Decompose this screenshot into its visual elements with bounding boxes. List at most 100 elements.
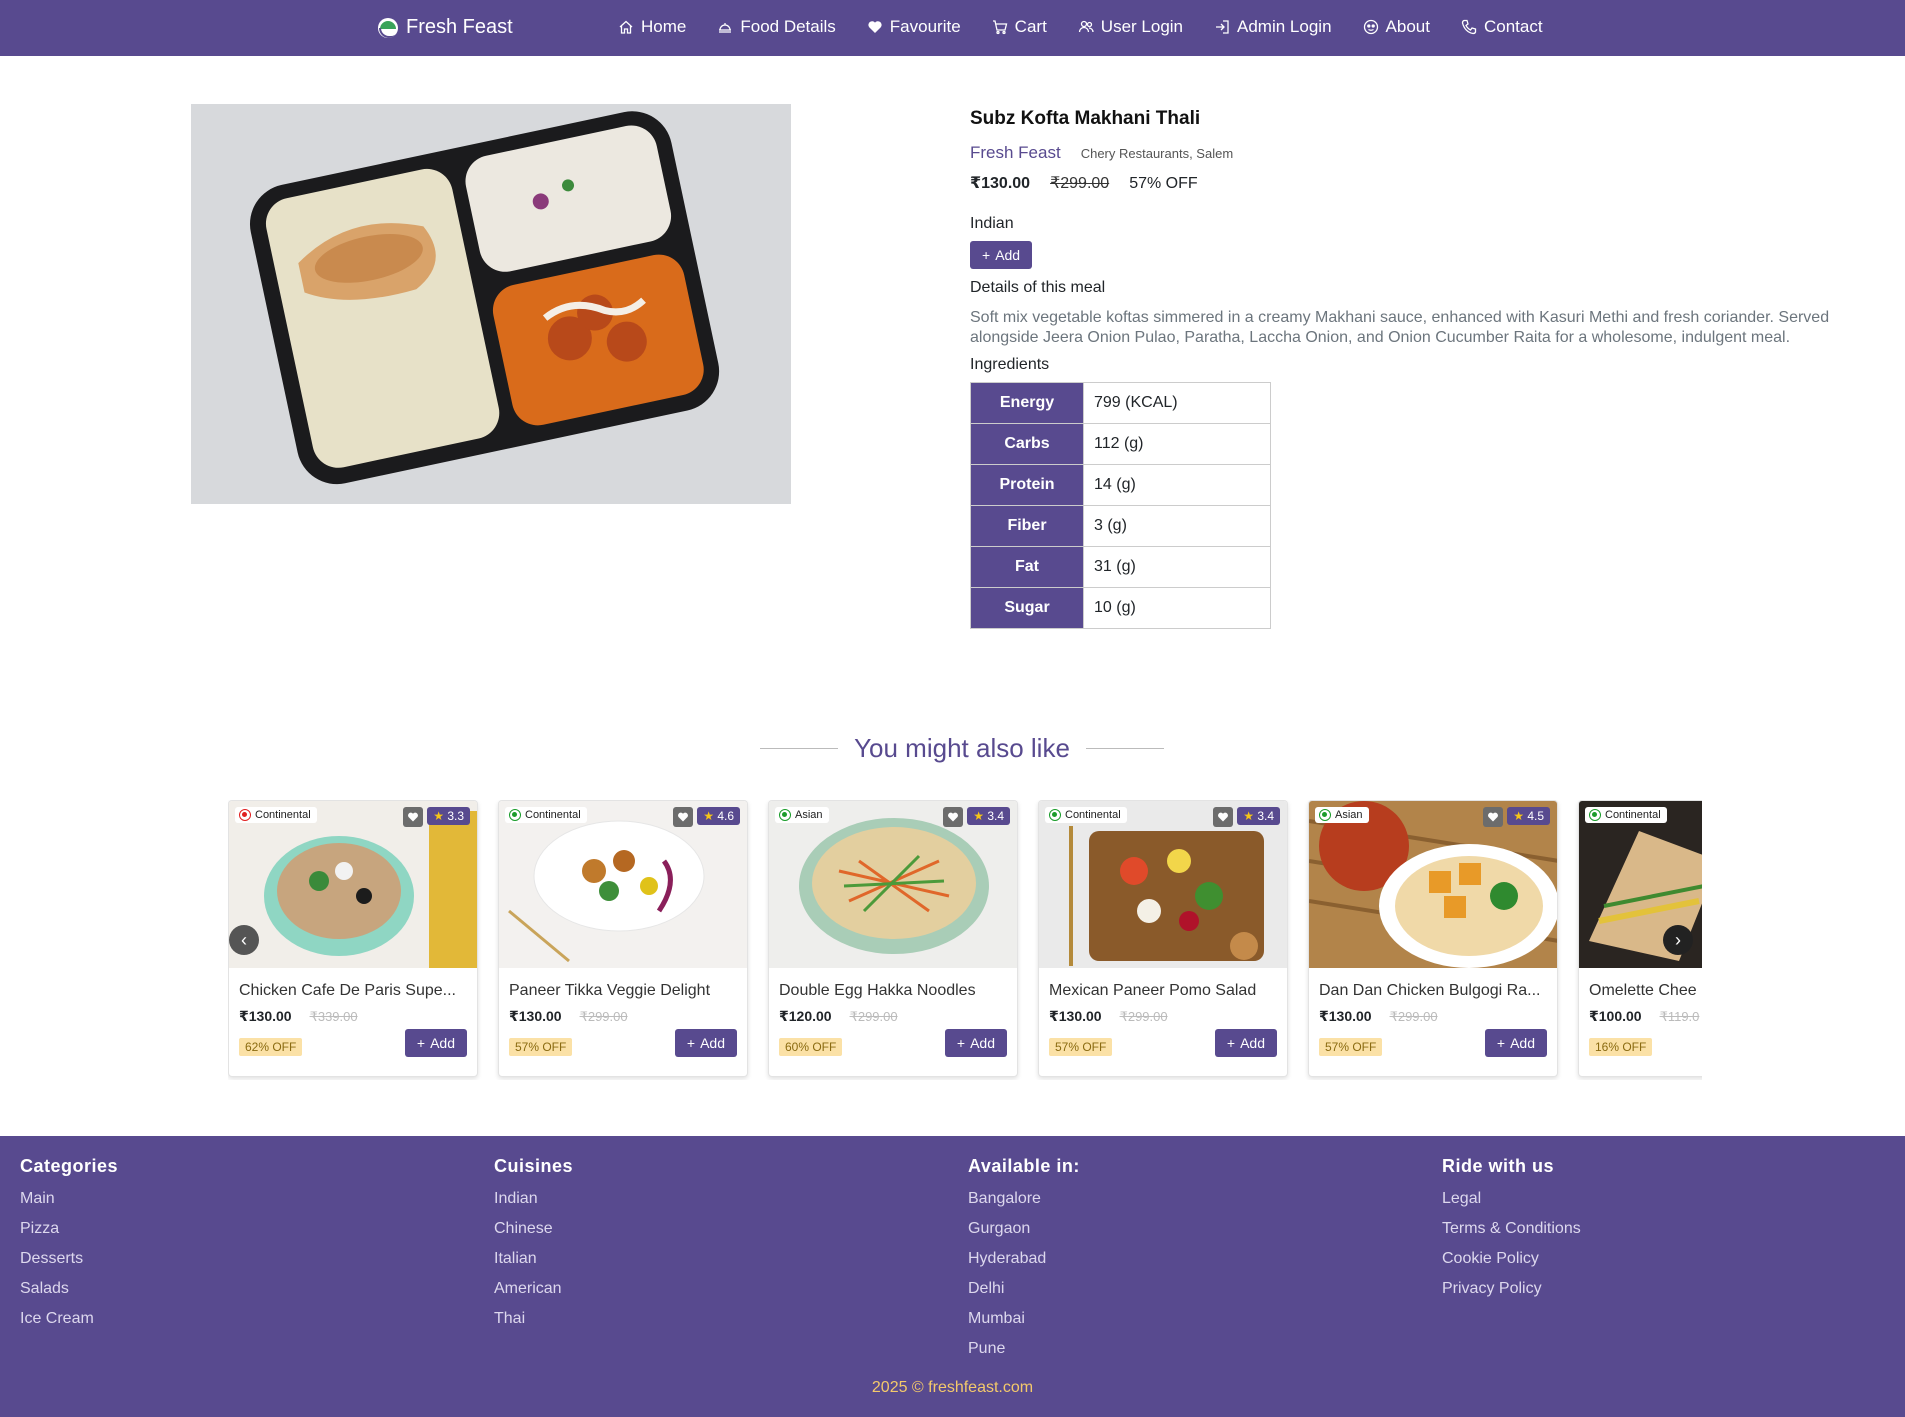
nav-admin-login[interactable]: Admin Login: [1214, 17, 1332, 37]
rating-value: 4.5: [1527, 809, 1544, 823]
table-row: Carbs 112 (g): [970, 423, 1271, 465]
footer-link[interactable]: Cookie Policy: [1442, 1244, 1581, 1274]
nav-contact[interactable]: Contact: [1461, 17, 1543, 37]
cuisine-label: Asian: [1335, 809, 1363, 821]
nutrition-table: Energy 799 (KCAL) Carbs 112 (g) Protein 14 …: [970, 382, 1271, 629]
recommendations-heading: You might also like: [760, 733, 1164, 764]
nav-about[interactable]: About: [1363, 17, 1430, 37]
footer-ride-with-us: Ride with us Legal Terms & Conditions Co…: [1442, 1156, 1581, 1304]
footer-heading: Categories: [20, 1156, 119, 1176]
nutrient-name: Fat: [970, 546, 1084, 588]
food-card[interactable]: Asian ★ 3.4 Double Egg Hakka Noodles ₹12…: [768, 800, 1018, 1077]
add-button-label: Add: [1240, 1035, 1265, 1051]
footer-link[interactable]: Main: [20, 1184, 118, 1214]
food-card[interactable]: Continental ★ 3.3 Chicken Cafe De Paris …: [228, 800, 478, 1077]
footer-link[interactable]: Salads: [20, 1274, 118, 1304]
favourite-button[interactable]: [673, 807, 693, 827]
card-add-button[interactable]: + Add: [1484, 1029, 1547, 1057]
food-image: Continental ★ 3.3: [229, 801, 477, 968]
veg-indicator-icon: [1319, 809, 1331, 821]
salad-bowl-icon: [378, 17, 398, 38]
rating-value: 3.4: [987, 809, 1004, 823]
nav-links: Home Food Details Favourite Cart User Lo…: [618, 17, 1543, 37]
nav-cart[interactable]: Cart: [992, 17, 1047, 37]
favourite-button[interactable]: [403, 807, 423, 827]
footer-link[interactable]: Privacy Policy: [1442, 1274, 1581, 1304]
food-name: Paneer Tikka Veggie Delight: [509, 982, 711, 999]
brand-logo-link[interactable]: Fresh Feast: [378, 16, 513, 39]
footer-cuisines: Cuisines Indian Chinese Italian American…: [494, 1156, 573, 1334]
food-card[interactable]: Continental ★ 4.6 Paneer Tikka Veggie De…: [498, 800, 748, 1077]
discount-badge: 16% OFF: [1589, 1038, 1653, 1056]
food-old-price: ₹299.00: [1119, 1009, 1168, 1024]
rating-value: 3.3: [447, 809, 464, 823]
footer-link[interactable]: Mumbai: [968, 1304, 1080, 1334]
carousel-prev-button[interactable]: ‹: [229, 925, 259, 955]
login-icon: [1216, 20, 1229, 34]
footer-link[interactable]: Delhi: [968, 1274, 1080, 1304]
food-card[interactable]: Continental ★ 3.4 Mexican Paneer Pomo Sa…: [1038, 800, 1288, 1077]
add-to-cart-button[interactable]: + Add: [970, 241, 1033, 269]
rating-badge: ★ 3.3: [427, 807, 470, 825]
details-heading: Details of this meal: [970, 279, 1106, 296]
cuisine-tag: Continental: [1045, 807, 1127, 823]
footer-link[interactable]: Italian: [494, 1244, 573, 1274]
star-icon: ★: [973, 809, 984, 823]
footer-link[interactable]: Desserts: [20, 1244, 118, 1274]
food-old-price: ₹299.00: [849, 1009, 898, 1024]
food-old-price: ₹299.00: [579, 1009, 628, 1024]
footer-link[interactable]: Bangalore: [968, 1184, 1080, 1214]
cuisine-tag: Continental: [505, 807, 587, 823]
product-discount: 57% OFF: [1129, 175, 1198, 192]
copyright: 2025 © freshfeast.com: [871, 1379, 1034, 1396]
heart-icon: [948, 812, 958, 822]
food-price: ₹120.00: [779, 1008, 832, 1024]
footer-link[interactable]: Indian: [494, 1184, 573, 1214]
product-description: Soft mix vegetable koftas simmered in a …: [970, 309, 1830, 346]
footer-link[interactable]: Gurgaon: [968, 1214, 1080, 1244]
carousel-next-button[interactable]: ›: [1663, 925, 1693, 955]
heart-icon: [868, 21, 882, 33]
favourite-button[interactable]: [1213, 807, 1233, 827]
food-price: ₹100.00: [1589, 1008, 1642, 1024]
cuisine-label: Continental: [255, 809, 311, 821]
card-add-button[interactable]: + Add: [944, 1029, 1007, 1057]
food-image: Asian ★ 4.5: [1309, 801, 1557, 968]
footer-link[interactable]: Terms & Conditions: [1442, 1214, 1581, 1244]
about-icon: [1363, 19, 1378, 35]
footer-link[interactable]: Hyderabad: [968, 1244, 1080, 1274]
plus-icon: +: [686, 1035, 696, 1051]
footer-link[interactable]: Ice Cream: [20, 1304, 118, 1334]
cuisine-label: Asian: [795, 809, 823, 821]
footer-link[interactable]: American: [494, 1274, 573, 1304]
veg-indicator-icon: [1589, 809, 1601, 821]
footer-link[interactable]: Chinese: [494, 1214, 573, 1244]
footer-link[interactable]: Pune: [968, 1334, 1080, 1364]
chevron-right-icon: ›: [1675, 929, 1681, 950]
plus-icon: +: [416, 1035, 426, 1051]
heart-icon: [1488, 812, 1498, 822]
chevron-left-icon: ‹: [241, 929, 247, 950]
nav-food-details[interactable]: Food Details: [717, 17, 836, 37]
favourite-button[interactable]: [1483, 807, 1503, 827]
card-add-button[interactable]: + Add: [404, 1029, 467, 1057]
nav-user-login[interactable]: User Login: [1078, 17, 1183, 37]
product-old-price: ₹299.00: [1050, 175, 1110, 192]
nav-cart-label: Cart: [1014, 17, 1047, 36]
food-card[interactable]: Asian ★ 4.5 Dan Dan Chicken Bulgogi Ra..…: [1308, 800, 1558, 1077]
footer-link[interactable]: Pizza: [20, 1214, 118, 1244]
card-add-button[interactable]: + Add: [1214, 1029, 1277, 1057]
add-button-label: Add: [700, 1035, 725, 1051]
nutrient-name: Energy: [970, 382, 1084, 424]
footer-link[interactable]: Thai: [494, 1304, 573, 1334]
cart-icon: [992, 20, 1008, 35]
nav-home[interactable]: Home: [618, 17, 686, 37]
star-icon: ★: [433, 809, 444, 823]
card-add-button[interactable]: + Add: [674, 1029, 737, 1057]
footer-link[interactable]: Legal: [1442, 1184, 1581, 1214]
favourite-button[interactable]: [943, 807, 963, 827]
users-icon: [1078, 20, 1094, 33]
nutrient-value: 799 (KCAL): [1083, 382, 1271, 424]
divider: [1085, 748, 1164, 749]
nav-favourite[interactable]: Favourite: [867, 17, 961, 37]
